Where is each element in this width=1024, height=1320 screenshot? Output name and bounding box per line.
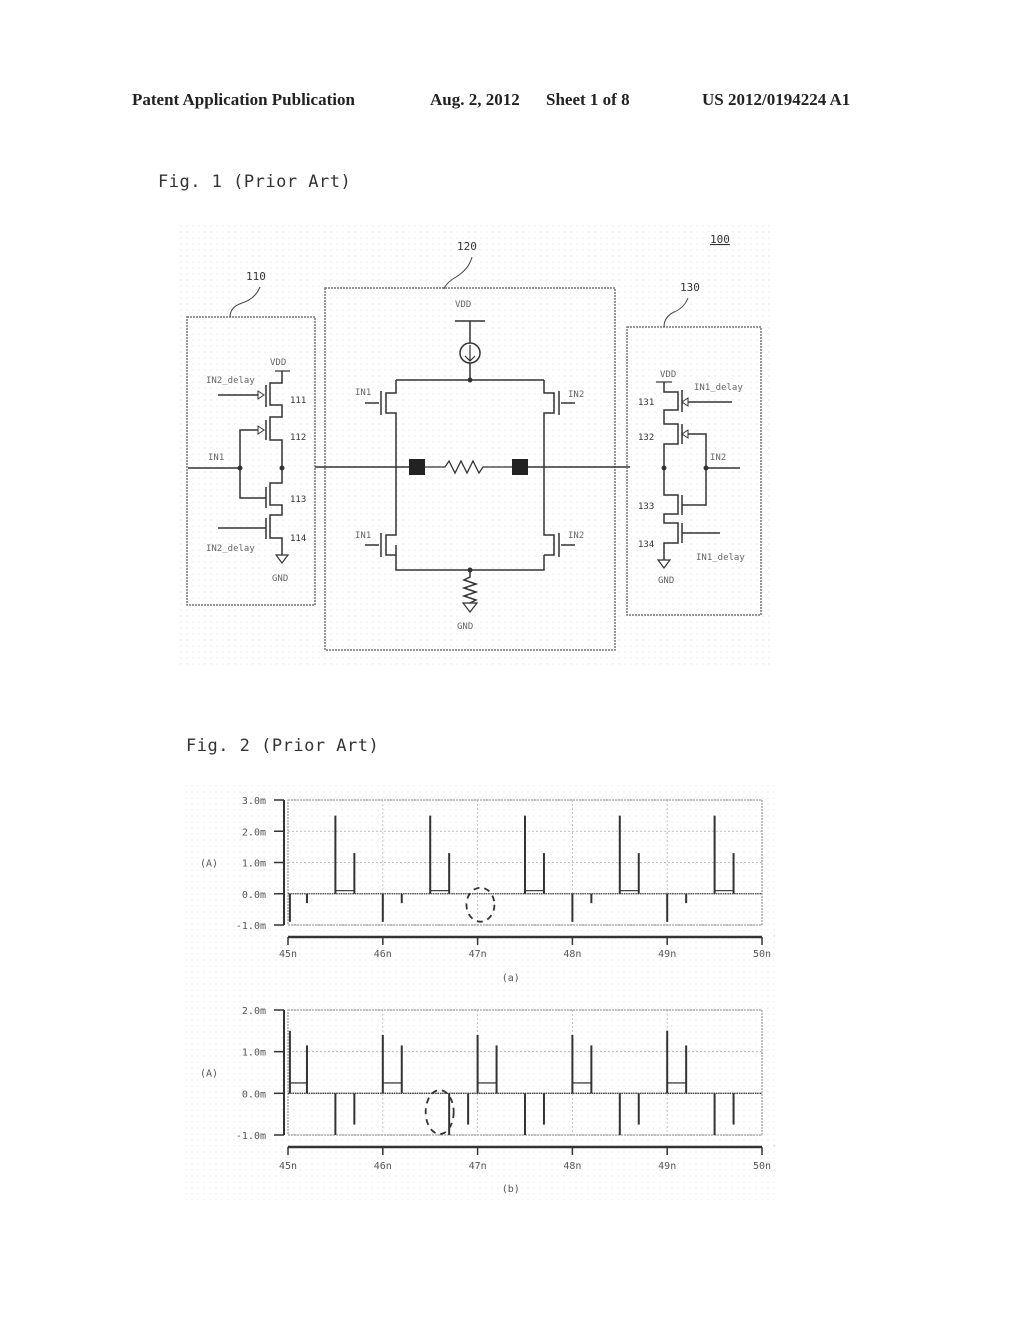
in1-bottom-label: IN1 [355,531,371,541]
vdd-label: VDD [660,370,676,380]
x-tick-label: 50n [753,949,771,960]
ref-100: 100 [710,233,730,246]
publication-type: Patent Application Publication [132,90,355,109]
x-tick-label: 46n [374,1161,392,1172]
gnd-label: GND [457,622,473,632]
delay-label-bottom: IN1_delay [696,553,745,563]
transistor-133: 133 [638,502,654,512]
transistor-132: 132 [638,433,654,443]
y-tick-label: -1.0m [236,1131,266,1142]
x-tick-label: 49n [658,949,676,960]
gnd-label: GND [658,576,674,586]
vdd-label: VDD [270,358,286,368]
in-label: IN1 [208,453,224,463]
delay-label-top: IN2_delay [206,376,255,386]
chart-caption: (b) [502,1184,520,1195]
patent-number: US 2012/0194224 A1 [702,90,851,109]
delay-label-bottom: IN2_delay [206,544,255,554]
x-axis-label: t(s) [774,933,775,944]
transistor-134: 134 [638,540,654,550]
x-tick-label: 47n [469,949,487,960]
transistor-114: 114 [290,534,306,544]
y-tick-label: 1.0m [242,859,266,870]
transistor-131: 131 [638,398,654,408]
x-tick-label: 50n [753,1161,771,1172]
y-tick-label: 0.0m [242,890,266,901]
y-tick-label: 0.0m [242,1089,266,1100]
publication-date: Aug. 2, 2012 [430,90,520,109]
ref-130: 130 [680,281,700,294]
transistor-112: 112 [290,433,306,443]
y-tick-label: 2.0m [242,827,266,838]
in-label: IN2 [710,453,726,463]
transistor-111: 111 [290,396,306,406]
x-axis-label: t(s) [774,1143,775,1154]
fig1-title: Fig. 1 (Prior Art) [158,172,352,192]
y-axis-label: (A) [200,1069,218,1080]
x-tick-label: 45n [279,1161,297,1172]
y-tick-label: 2.0m [242,1006,266,1017]
y-tick-label: -1.0m [236,921,266,932]
y-tick-label: 3.0m [242,796,266,807]
delay-label-top: IN1_delay [694,383,743,393]
gnd-label: GND [272,574,288,584]
in2-bottom-label: IN2 [568,531,584,541]
sheet-number: Sheet 1 of 8 [546,90,630,109]
x-tick-label: 47n [469,1161,487,1172]
x-tick-label: 48n [563,949,581,960]
ref-110: 110 [246,270,266,283]
in2-top-label: IN2 [568,390,584,400]
x-tick-label: 45n [279,949,297,960]
fig2-title: Fig. 2 (Prior Art) [186,736,380,756]
transistor-113: 113 [290,495,306,505]
vdd-label: VDD [455,300,471,310]
ref-120: 120 [457,240,477,253]
x-tick-label: 49n [658,1161,676,1172]
fig2-charts: 3.0m2.0m1.0m0.0m-1.0m45n46n47n48n49n50nt… [185,785,775,1200]
y-axis-label: (A) [200,859,218,870]
y-tick-label: 1.0m [242,1048,266,1059]
fig1-circuit: 100 110 VDD IN2_delay 111 112 113 114 IN… [180,225,770,665]
x-tick-label: 48n [563,1161,581,1172]
chart-caption: (a) [502,973,520,984]
in1-top-label: IN1 [355,388,371,398]
fig2-background [185,785,775,1200]
x-tick-label: 46n [374,949,392,960]
